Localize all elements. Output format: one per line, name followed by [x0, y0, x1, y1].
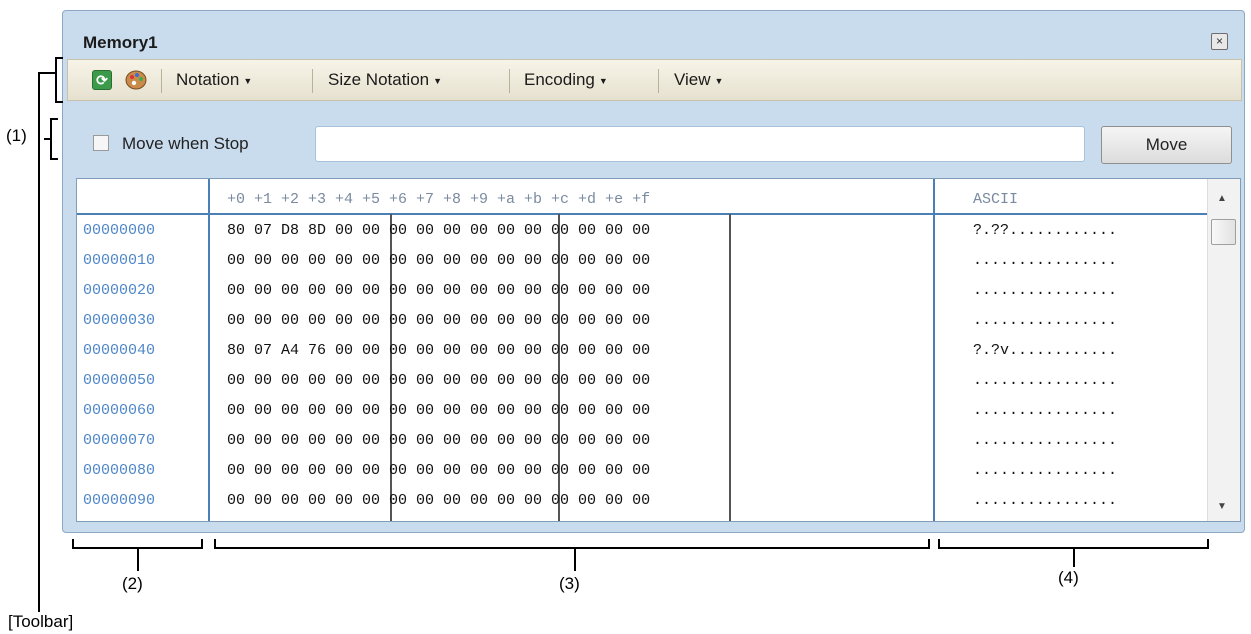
chevron-down-icon: ▼	[433, 75, 443, 86]
toolbar-bracket-line	[38, 72, 40, 612]
chevron-down-icon: ▼	[714, 75, 724, 86]
memory-grid[interactable]: +0 +1 +2 +3 +4 +5 +6 +7 +8 +9 +a +b +c +…	[76, 178, 1241, 522]
row-ascii[interactable]: ?.??............	[973, 222, 1117, 239]
menu-encoding[interactable]: Encoding ▼	[524, 70, 608, 90]
options-bar: Move when Stop Move	[67, 114, 1242, 164]
toolbar-separator	[161, 69, 162, 93]
close-button[interactable]: ×	[1211, 33, 1228, 50]
toolbar-bracket-connector	[38, 72, 56, 74]
bracket-1-top	[50, 118, 58, 120]
toolbar-separator	[312, 69, 313, 93]
row-ascii[interactable]: ................	[973, 402, 1117, 419]
offset-header: +0 +1 +2 +3 +4 +5 +6 +7 +8 +9 +a +b +c +…	[227, 191, 651, 208]
scroll-down-arrow-icon[interactable]: ▼	[1217, 501, 1227, 512]
annotation-toolbar: [Toolbar]	[8, 612, 74, 631]
row-ascii[interactable]: ................	[973, 492, 1117, 509]
scroll-up-arrow-icon[interactable]: ▲	[1217, 193, 1227, 204]
row-ascii[interactable]: ?.?v............	[973, 342, 1117, 359]
annotation-2: (2)	[122, 574, 143, 593]
bracket-1-bottom	[50, 158, 58, 160]
row-bytes[interactable]: 00 00 00 00 00 00 00 00 00 00 00 00 00 0…	[227, 282, 650, 299]
row-bytes[interactable]: 00 00 00 00 00 00 00 00 00 00 00 00 00 0…	[227, 462, 650, 479]
row-address: 00000080	[83, 462, 156, 479]
close-icon: ×	[1215, 34, 1223, 48]
bracket-2-left	[72, 539, 74, 549]
menu-notation[interactable]: Notation ▼	[176, 70, 252, 90]
row-bytes[interactable]: 00 00 00 00 00 00 00 00 00 00 00 00 00 0…	[227, 312, 650, 329]
toolbar-bracket-bottom	[55, 101, 63, 103]
annotation-4: (4)	[1058, 568, 1079, 587]
row-address: 00000030	[83, 312, 156, 329]
annotation-1: (1)	[6, 126, 27, 145]
bracket-1-tick	[44, 138, 52, 140]
row-address: 00000020	[83, 282, 156, 299]
menu-size-notation-label: Size Notation	[328, 70, 430, 89]
row-address: 00000070	[83, 432, 156, 449]
ascii-column-divider	[933, 179, 935, 521]
bracket-3-tick	[574, 549, 576, 571]
palette-icon[interactable]	[125, 70, 147, 90]
bracket-3-left	[214, 539, 216, 549]
refresh-icon[interactable]: ⟳	[92, 70, 112, 90]
address-input[interactable]	[315, 126, 1085, 162]
move-button[interactable]: Move	[1101, 126, 1232, 164]
bracket-4-right	[1207, 539, 1209, 549]
row-bytes[interactable]: 00 00 00 00 00 00 00 00 00 00 00 00 00 0…	[227, 372, 650, 389]
menu-size-notation[interactable]: Size Notation ▼	[328, 70, 442, 90]
row-ascii[interactable]: ................	[973, 462, 1117, 479]
row-bytes[interactable]: 00 00 00 00 00 00 00 00 00 00 00 00 00 0…	[227, 432, 650, 449]
annotation-3: (3)	[559, 574, 580, 593]
row-ascii[interactable]: ................	[973, 252, 1117, 269]
toolbar: ⟳ Notation ▼ Size Notation ▼ Encoding ▼ Vie…	[67, 59, 1242, 101]
menu-encoding-label: Encoding	[524, 70, 595, 89]
chevron-down-icon: ▼	[243, 75, 253, 86]
toolbar-bracket-vertical	[55, 57, 57, 103]
vertical-scrollbar[interactable]: ▲ ▼	[1207, 179, 1240, 521]
row-bytes[interactable]: 00 00 00 00 00 00 00 00 00 00 00 00 00 0…	[227, 402, 650, 419]
ascii-header: ASCII	[973, 191, 1019, 208]
row-ascii[interactable]: ................	[973, 282, 1117, 299]
row-bytes[interactable]: 00 00 00 00 00 00 00 00 00 00 00 00 00 0…	[227, 252, 650, 269]
row-address: 00000050	[83, 372, 156, 389]
bracket-3-right	[928, 539, 930, 549]
row-address: 00000040	[83, 342, 156, 359]
menu-view-label: View	[674, 70, 711, 89]
row-address: 00000000	[83, 222, 156, 239]
move-when-stop-checkbox[interactable]	[93, 135, 109, 151]
bracket-2-right	[201, 539, 203, 549]
row-bytes[interactable]: 80 07 A4 76 00 00 00 00 00 00 00 00 00 0…	[227, 342, 650, 359]
row-address: 00000060	[83, 402, 156, 419]
bracket-3-line	[214, 547, 930, 549]
scrollbar-thumb[interactable]	[1211, 219, 1236, 245]
row-bytes[interactable]: 00 00 00 00 00 00 00 00 00 00 00 00 00 0…	[227, 492, 650, 509]
header-divider	[77, 213, 1207, 215]
row-address: 00000010	[83, 252, 156, 269]
menu-view[interactable]: View ▼	[674, 70, 723, 90]
chevron-down-icon: ▼	[598, 75, 608, 86]
bracket-4-tick	[1073, 549, 1075, 567]
menu-notation-label: Notation	[176, 70, 240, 89]
row-ascii[interactable]: ................	[973, 432, 1117, 449]
row-bytes[interactable]: 80 07 D8 8D 00 00 00 00 00 00 00 00 00 0…	[227, 222, 650, 239]
toolbar-separator	[509, 69, 510, 93]
row-ascii[interactable]: ................	[973, 312, 1117, 329]
window-title: Memory1	[83, 33, 158, 52]
row-ascii[interactable]: ................	[973, 372, 1117, 389]
toolbar-separator	[658, 69, 659, 93]
move-when-stop-label: Move when Stop	[122, 134, 249, 153]
toolbar-bracket-top	[55, 57, 63, 59]
bracket-4-left	[938, 539, 940, 549]
row-address: 00000090	[83, 492, 156, 509]
byte-group-divider	[729, 214, 731, 521]
address-column-divider	[208, 179, 210, 521]
bracket-2-tick	[137, 549, 139, 571]
